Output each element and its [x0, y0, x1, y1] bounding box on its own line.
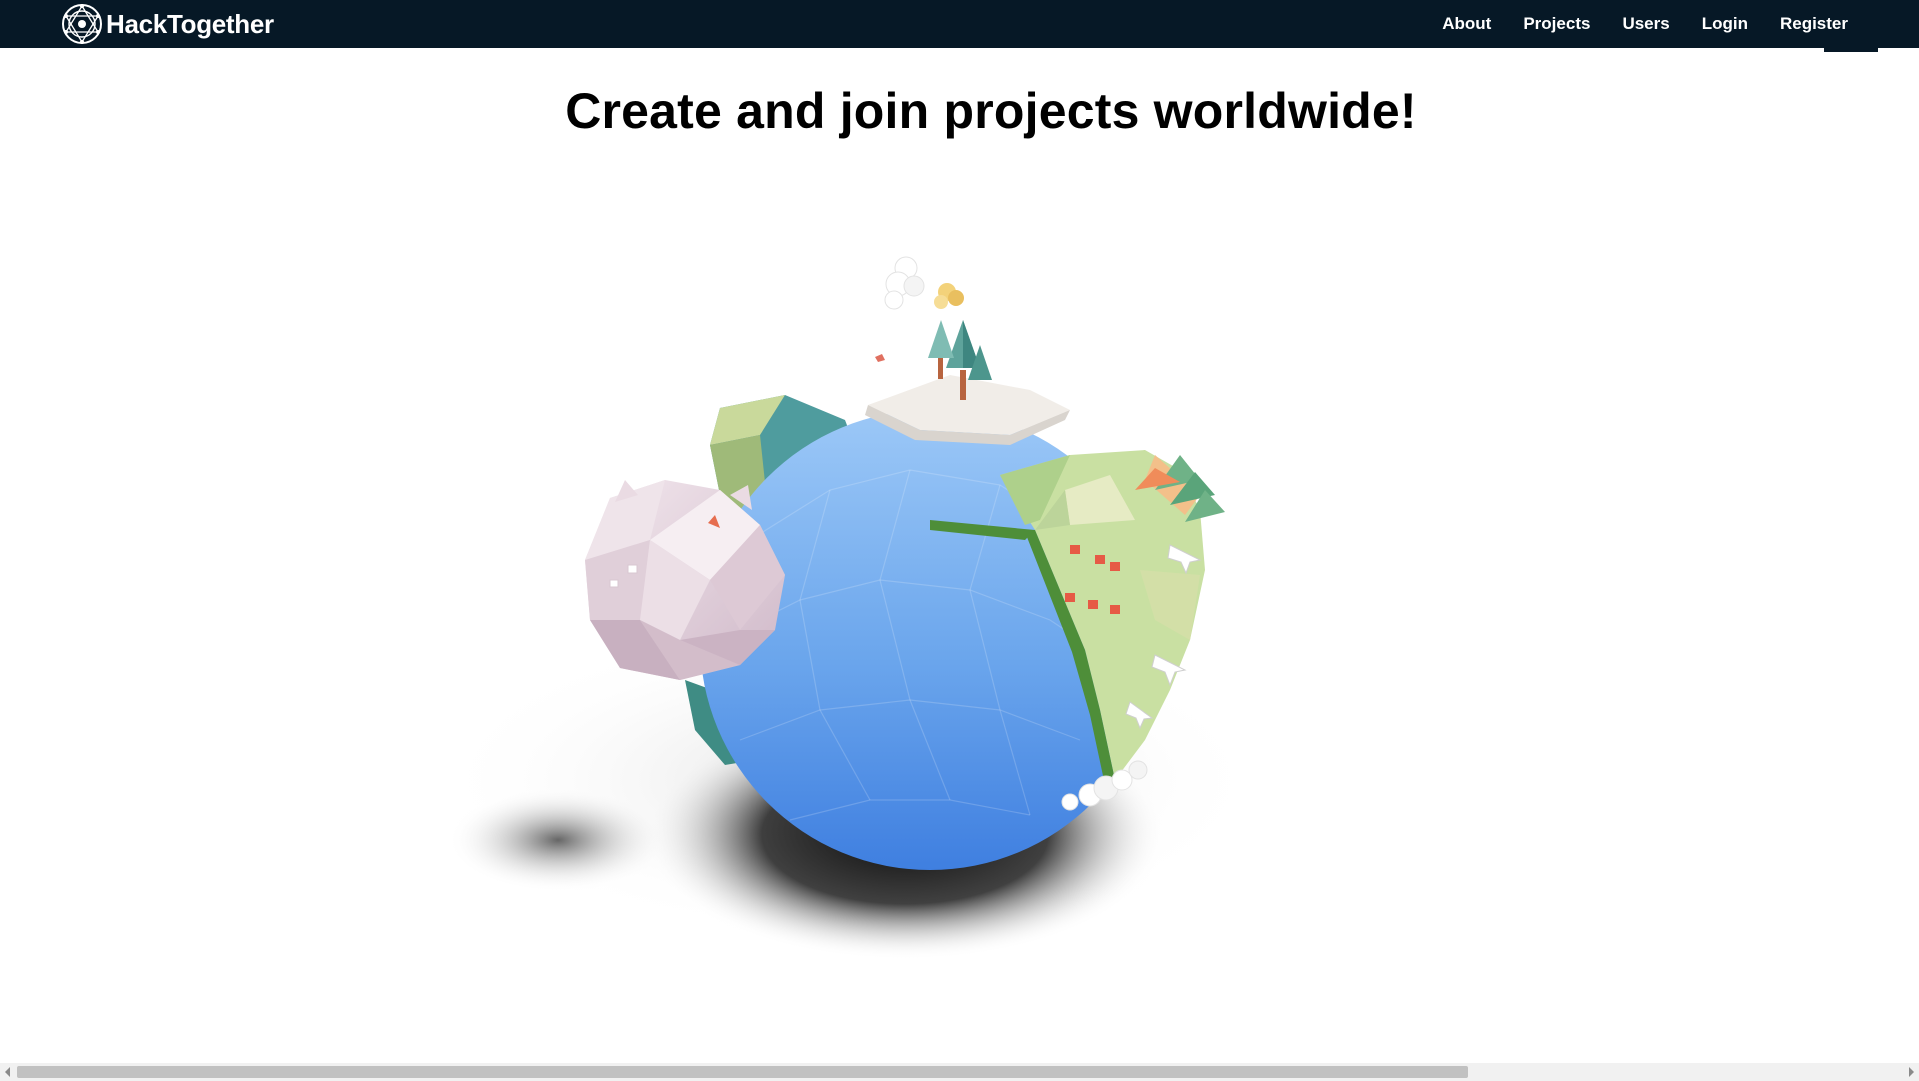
nav-link-projects[interactable]: Projects [1523, 14, 1590, 34]
hero-planet-illustration [410, 240, 1390, 1010]
scroll-right-arrow-icon[interactable] [1909, 1067, 1914, 1077]
brand-name: HackTogether [106, 8, 274, 39]
page-headline: Create and join projects worldwide! [565, 83, 1417, 139]
scrollbar-thumb[interactable] [17, 1066, 1468, 1078]
scroll-left-arrow-icon[interactable] [5, 1067, 10, 1077]
brand-link[interactable]: HackTogether [60, 2, 274, 46]
nav-link-login[interactable]: Login [1702, 14, 1748, 34]
nav-link-about[interactable]: About [1442, 14, 1491, 34]
top-navbar: HackTogether About Projects Users Login … [0, 0, 1919, 48]
moon-shadow [448, 788, 668, 892]
nav-link-users[interactable]: Users [1622, 14, 1669, 34]
nav-link-register[interactable]: Register [1780, 14, 1848, 34]
nav-links: About Projects Users Login Register [1410, 0, 1848, 48]
horizontal-scrollbar[interactable] [0, 1063, 1919, 1081]
nav-active-indicator [1824, 48, 1878, 52]
globe-network-icon [60, 2, 104, 46]
clouds [884, 256, 964, 310]
